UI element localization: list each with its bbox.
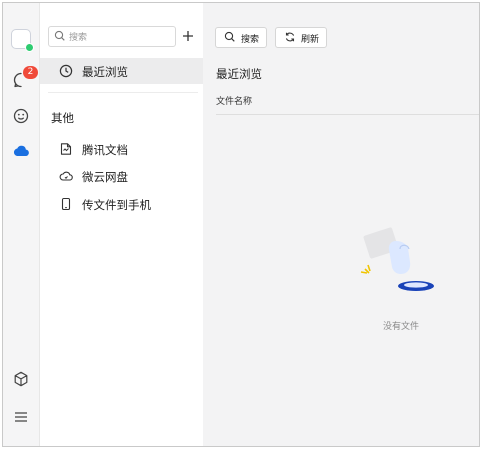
search-placeholder: 搜索 <box>69 33 88 43</box>
nav-item-send-to-phone[interactable]: 传文件到手机 <box>40 191 203 217</box>
cloud-drive-icon <box>59 171 73 181</box>
chat-badge: 2 <box>23 66 38 79</box>
nav-item-label: 微云网盘 <box>82 170 128 184</box>
search-icon <box>224 31 235 42</box>
search-input[interactable]: 搜索 <box>48 26 176 47</box>
header-divider <box>216 114 479 115</box>
refresh-button[interactable]: 刷新 <box>275 27 327 48</box>
search-button[interactable]: 搜索 <box>215 27 267 48</box>
section-title-other: 其他 <box>51 111 74 125</box>
empty-state-illustration <box>360 227 434 291</box>
app-window: 2 搜索 最近浏览 其他 腾讯文档 微云网盘 传文件到手机 搜索 刷新 最近浏览… <box>2 2 480 447</box>
docs-icon <box>60 143 72 155</box>
add-icon[interactable] <box>180 27 196 45</box>
emoji-icon[interactable] <box>12 107 30 125</box>
refresh-button-label: 刷新 <box>301 35 320 45</box>
page-title: 最近浏览 <box>216 67 262 81</box>
column-header-filename[interactable]: 文件名称 <box>216 94 252 107</box>
online-status-dot <box>25 43 34 52</box>
cloud-icon[interactable] <box>12 142 30 160</box>
nav-item-label: 腾讯文档 <box>82 143 128 157</box>
nav-item-label: 传文件到手机 <box>82 198 151 212</box>
nav-item-recent[interactable]: 最近浏览 <box>40 58 203 84</box>
menu-icon[interactable] <box>12 408 30 426</box>
phone-icon <box>61 197 71 211</box>
nav-item-tencent-docs[interactable]: 腾讯文档 <box>40 136 203 162</box>
nav-panel: 搜索 最近浏览 其他 腾讯文档 微云网盘 传文件到手机 <box>40 3 203 446</box>
search-icon <box>54 30 65 41</box>
main-content: 搜索 刷新 最近浏览 文件名称 没有文件 <box>203 3 479 446</box>
divider <box>48 92 198 93</box>
nav-item-weiyun[interactable]: 微云网盘 <box>40 163 203 189</box>
left-rail: 2 <box>3 3 40 446</box>
empty-state-text: 没有文件 <box>383 322 420 332</box>
cube-icon[interactable] <box>12 370 30 388</box>
search-button-label: 搜索 <box>241 35 260 45</box>
nav-item-label: 最近浏览 <box>82 65 128 79</box>
clock-icon <box>59 64 73 78</box>
refresh-icon <box>285 32 295 42</box>
